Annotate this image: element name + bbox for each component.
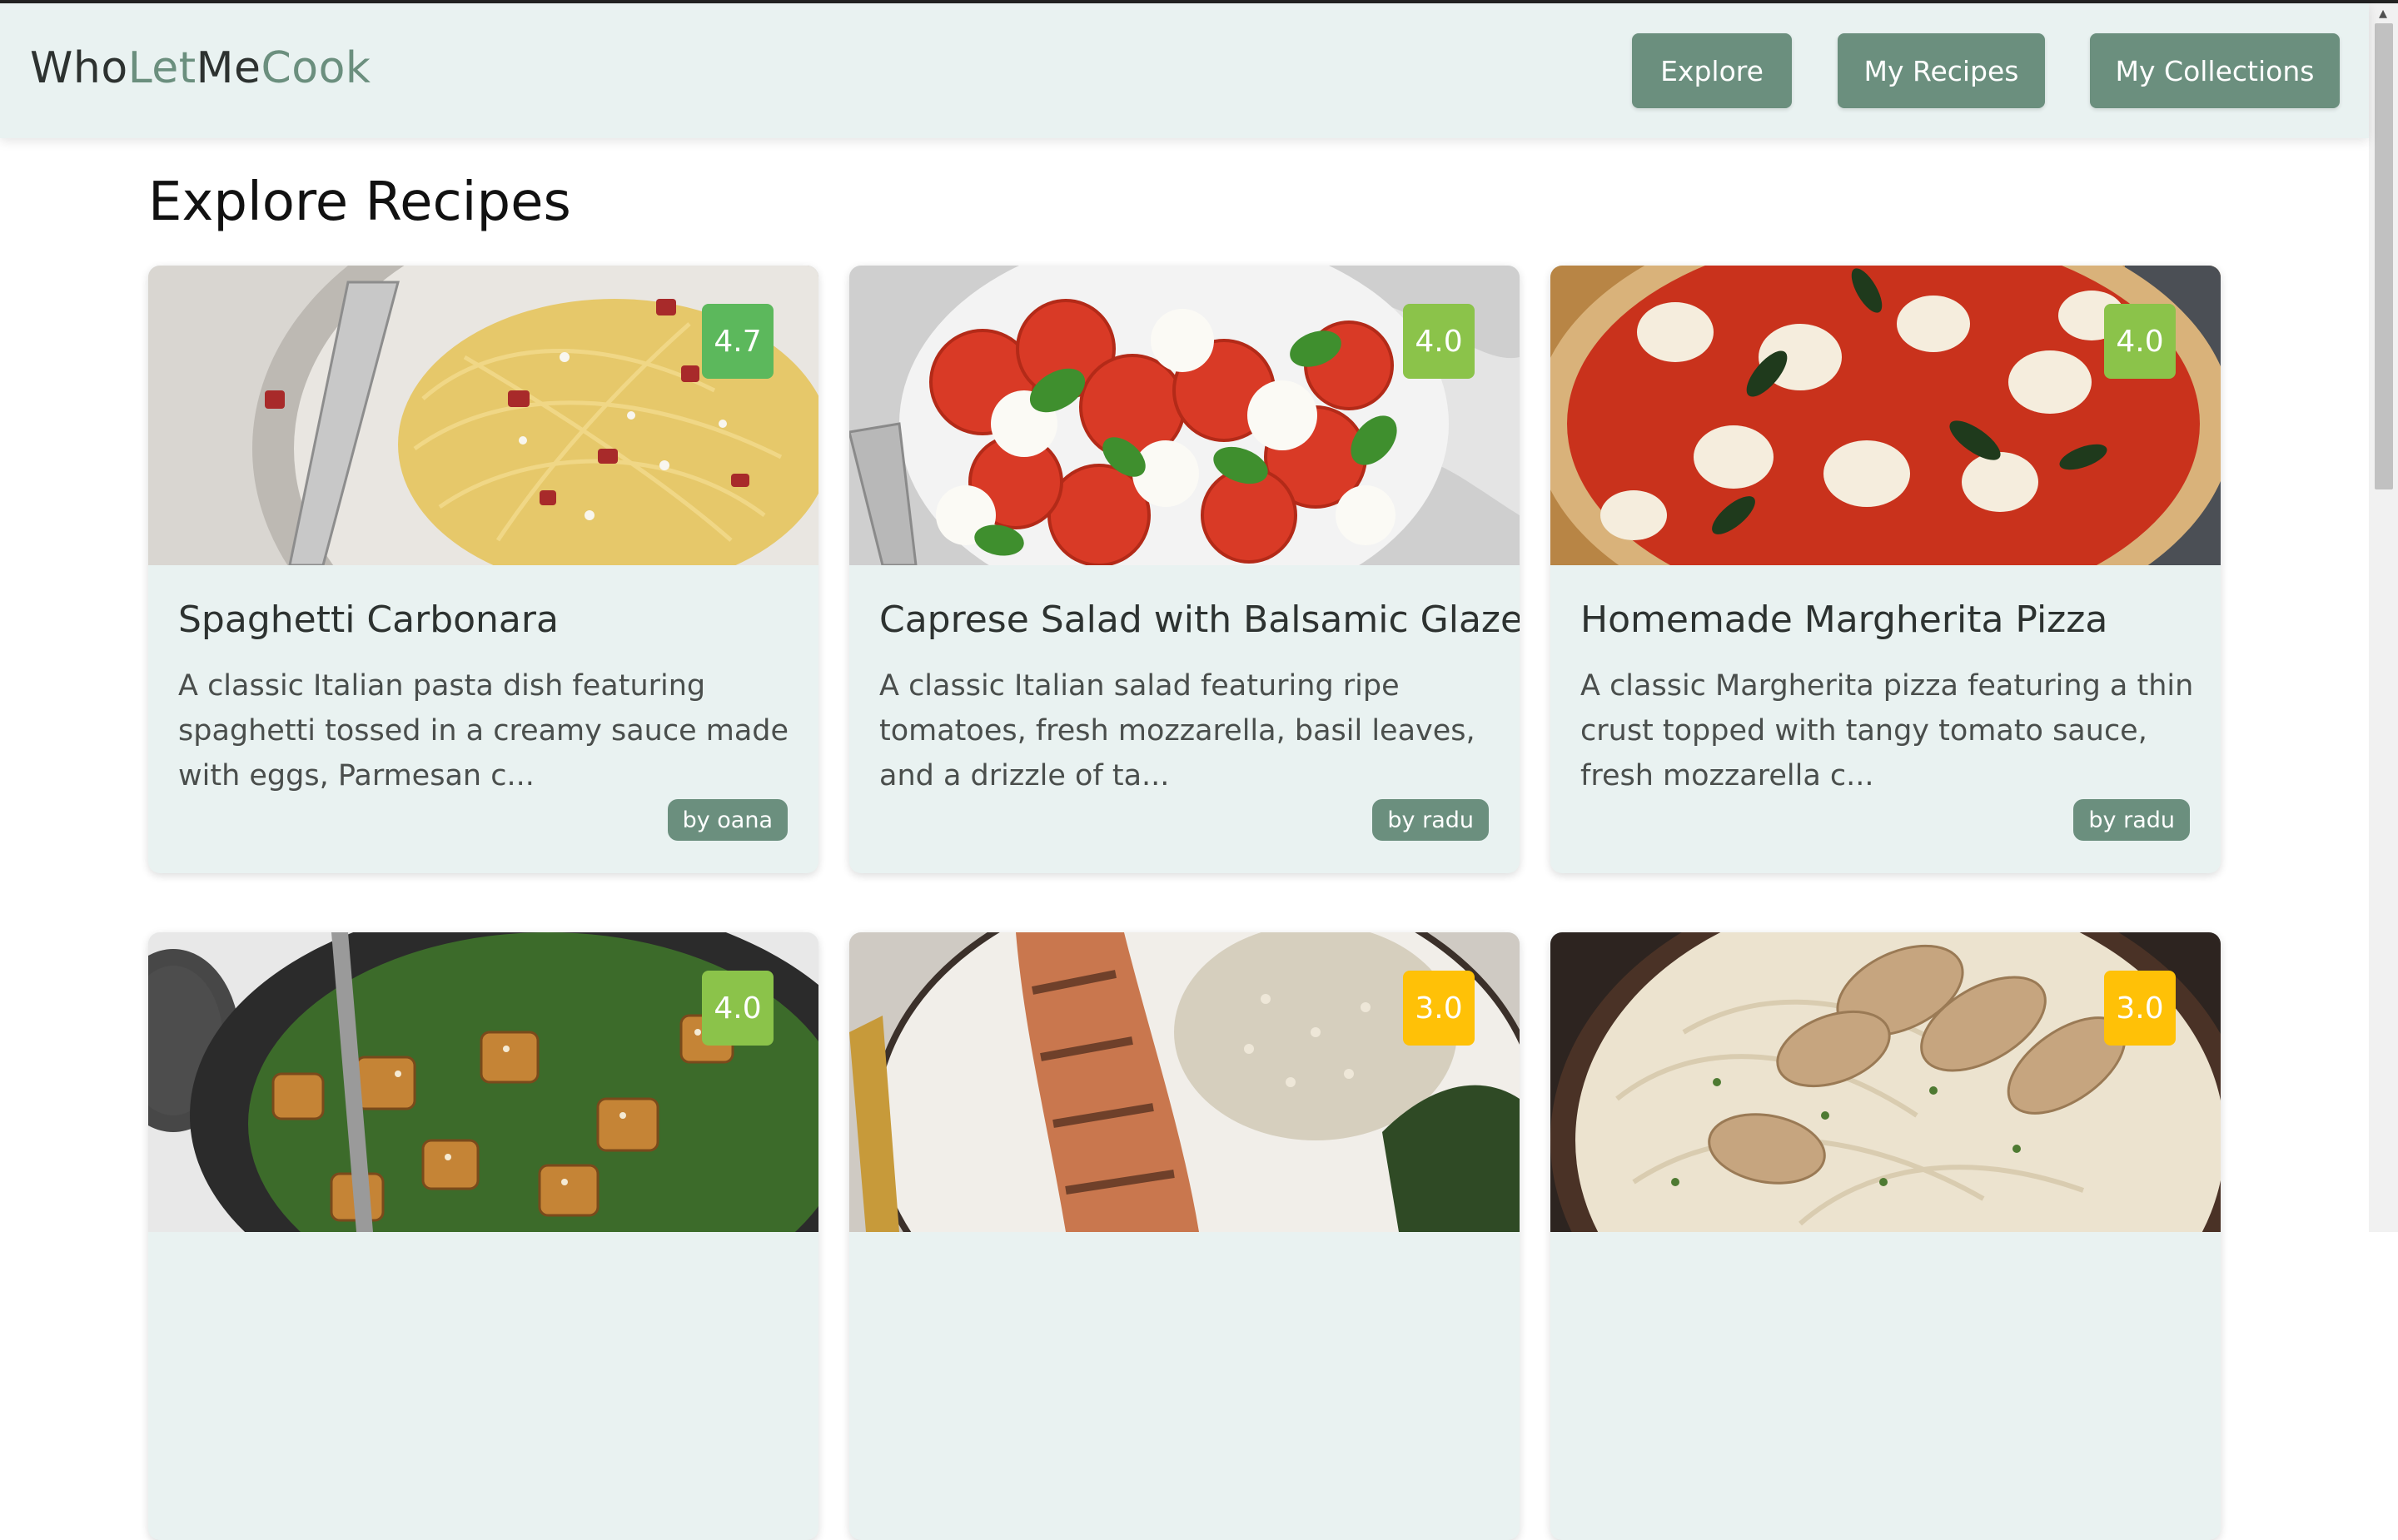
recipe-title[interactable]: Spaghetti Carbonara bbox=[178, 599, 559, 641]
nav-my-recipes-button[interactable]: My Recipes bbox=[1838, 33, 2045, 108]
recipe-card[interactable]: 4.0 Caprese Salad with Balsamic Glaze A … bbox=[849, 266, 1520, 873]
logo-part-let: Let bbox=[127, 43, 197, 93]
scroll-up-arrow-icon[interactable]: ▴ bbox=[2373, 4, 2393, 21]
author-badge[interactable]: by radu bbox=[2073, 799, 2190, 841]
recipe-description: A classic Italian pasta dish featuring s… bbox=[178, 669, 789, 792]
logo-part-who: Who bbox=[30, 43, 128, 93]
recipe-card[interactable]: 4.0 bbox=[148, 932, 818, 1540]
rating-badge: 4.0 bbox=[702, 971, 774, 1046]
scrollbar-thumb[interactable] bbox=[2375, 23, 2393, 489]
rating-badge: 4.7 bbox=[702, 304, 774, 379]
recipe-card[interactable]: 3.0 bbox=[849, 932, 1520, 1540]
recipe-card[interactable]: 3.0 bbox=[1550, 932, 2221, 1540]
site-logo[interactable]: WhoLetMeCook bbox=[30, 43, 371, 93]
recipe-description: A classic Italian salad featuring ripe t… bbox=[879, 669, 1475, 792]
author-badge[interactable]: by oana bbox=[667, 799, 788, 841]
nav-explore-button[interactable]: Explore bbox=[1632, 33, 1792, 108]
rating-badge: 4.0 bbox=[1403, 304, 1475, 379]
author-badge[interactable]: by radu bbox=[1372, 799, 1489, 841]
logo-part-me: Me bbox=[196, 43, 261, 93]
recipe-title[interactable]: Caprese Salad with Balsamic Glaze bbox=[879, 599, 1520, 641]
logo-part-cook: Cook bbox=[261, 43, 371, 93]
navbar: WhoLetMeCook Explore My Recipes My Colle… bbox=[0, 3, 2369, 138]
nav-my-collections-button[interactable]: My Collections bbox=[2090, 33, 2340, 108]
rating-badge: 3.0 bbox=[2104, 971, 2176, 1046]
rating-badge: 3.0 bbox=[1403, 971, 1475, 1046]
recipe-title[interactable]: Homemade Margherita Pizza bbox=[1580, 599, 2107, 641]
page-title: Explore Recipes bbox=[148, 171, 571, 233]
recipe-description: A classic Margherita pizza featuring a t… bbox=[1580, 669, 2194, 792]
rating-badge: 4.0 bbox=[2104, 304, 2176, 379]
recipe-card[interactable]: 4.7 Spaghetti Carbonara A classic Italia… bbox=[148, 266, 818, 873]
recipe-card[interactable]: 4.0 Homemade Margherita Pizza A classic … bbox=[1550, 266, 2221, 873]
